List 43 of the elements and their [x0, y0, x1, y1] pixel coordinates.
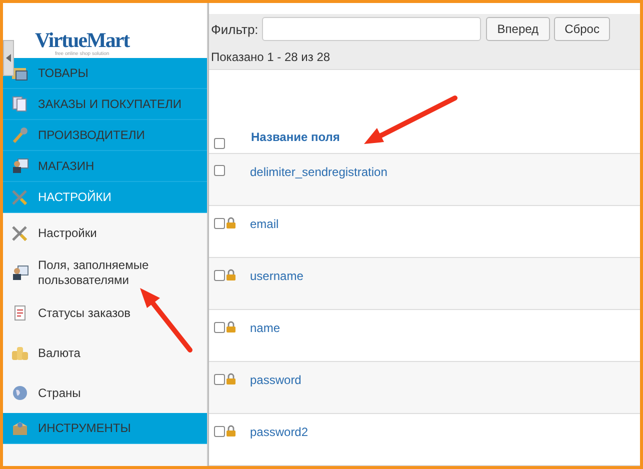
row-checkbox[interactable] — [214, 165, 225, 176]
filter-input[interactable] — [262, 17, 482, 42]
wrench-icon — [11, 127, 29, 143]
annotation-arrow — [140, 288, 192, 352]
field-name-link[interactable]: email — [250, 217, 279, 232]
select-all-checkbox[interactable] — [214, 138, 225, 150]
coins-icon — [11, 345, 29, 361]
menu-item[interactable]: Статусы заказов — [3, 293, 207, 333]
menu-section[interactable]: ЗАКАЗЫ И ПОКУПАТЕЛИ — [3, 89, 207, 120]
field-name-link[interactable]: password — [250, 373, 302, 388]
tools-icon — [11, 189, 29, 205]
menu-item[interactable]: Настройки — [3, 213, 207, 253]
field-name-link[interactable]: password2 — [250, 425, 308, 440]
row-checkbox[interactable] — [214, 270, 225, 282]
menu-section[interactable]: ТОВАРЫ — [3, 58, 207, 89]
menu-section[interactable]: МАГАЗИН — [3, 151, 207, 182]
filter-button[interactable]: Вперед — [486, 17, 550, 42]
menu-section[interactable]: ПРОИЗВОДИТЕЛИ — [3, 120, 207, 151]
person-icon — [11, 265, 29, 281]
column-header[interactable]: Название поля — [251, 130, 340, 144]
menu-item[interactable]: Страны — [3, 373, 207, 413]
menu-item[interactable]: Поля, заполняемые пользователями — [3, 253, 207, 293]
caret-icon — [6, 54, 12, 62]
menu-section[interactable]: ИНСТРУМЕНТЫ — [3, 413, 207, 444]
row-checkbox[interactable] — [214, 426, 225, 438]
pages-icon — [11, 96, 29, 112]
row-checkbox[interactable] — [214, 374, 225, 386]
person-icon — [11, 158, 29, 174]
box-icon — [11, 420, 29, 436]
results-count: Показано 1 - 28 из 28 — [211, 50, 330, 64]
field-name-link[interactable]: username — [250, 269, 304, 284]
filter-label: Фильтр: — [211, 22, 258, 37]
menu-section[interactable]: НАСТРОЙКИ — [3, 182, 207, 213]
folder-icon — [11, 65, 29, 81]
filter-button[interactable]: Сброс — [554, 17, 610, 42]
row-checkbox[interactable] — [214, 322, 225, 334]
field-name-link[interactable]: delimiter_sendregistration — [250, 165, 388, 180]
menu-item[interactable]: Валюта — [3, 333, 207, 373]
globe-icon — [11, 385, 29, 401]
collapse-tab[interactable] — [3, 40, 14, 76]
row-checkbox[interactable] — [214, 218, 225, 230]
field-name-link[interactable]: name — [250, 321, 280, 336]
tools-icon — [11, 225, 29, 241]
